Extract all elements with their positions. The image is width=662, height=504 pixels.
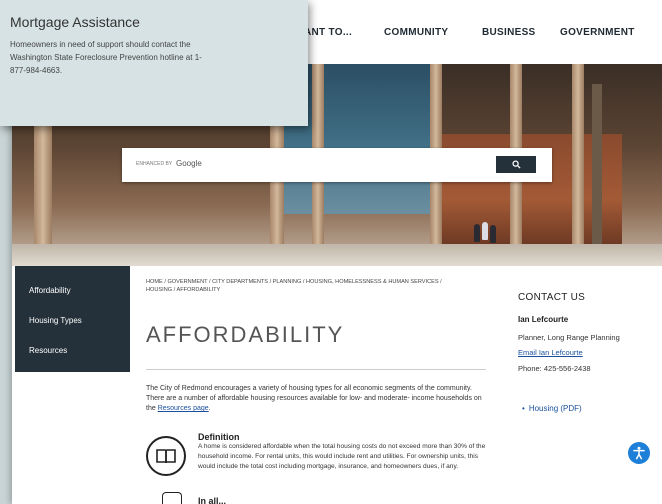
mortgage-assistance-card: Mortgage Assistance Homeowners in need o… [0,0,308,126]
nav-item-want-to[interactable]: ANT TO... [304,27,352,38]
tree-trunk [592,84,602,244]
next-section-title: In all... [198,496,227,504]
contact-role: Planner, Long Range Planning [518,333,620,342]
enhanced-by-label: ENHANCED BY [136,161,173,167]
related-document: • Housing (PDF) [522,404,582,413]
google-label: Google [176,159,202,168]
plaza-ground [12,244,662,266]
breadcrumb[interactable]: HOME / GOVERNMENT / CITY DEPARTMENTS / P… [146,278,446,294]
assist-card-text: Homeowners in need of support should con… [10,40,202,75]
sidebar-nav: Affordability Housing Types Resources [15,266,130,372]
sidebar-item-resources[interactable]: Resources [29,346,67,355]
page-title: AFFORDABILITY [146,322,345,347]
definition-title: Definition [198,432,240,442]
section-icon [162,492,182,504]
sidebar-item-housing-types[interactable]: Housing Types [29,316,82,325]
book-icon [146,436,186,476]
housing-pdf-link[interactable]: Housing (PDF) [529,404,582,413]
contact-phone: Phone: 425-556-2438 [518,364,591,373]
sidebar-item-affordability[interactable]: Affordability [29,286,71,295]
building-column [572,64,584,254]
contact-name: Ian Lefcourte [518,315,569,324]
resources-page-link[interactable]: Resources page [158,405,209,412]
person-figure [490,225,496,243]
person-figure [474,224,480,242]
search-icon [511,160,521,169]
bullet-icon: • [522,404,525,413]
nav-item-business[interactable]: BUSINESS [482,27,536,38]
intro-suffix: . [208,405,211,412]
definition-text: A home is considered affordable when the… [198,443,486,470]
intro-paragraph: The City of Redmond encourages a variety… [146,384,486,414]
accessibility-button[interactable] [628,442,650,464]
nav-item-government[interactable]: GOVERNMENT [560,27,635,38]
search-button[interactable] [496,156,536,173]
accessibility-icon [633,446,645,460]
assist-card-title: Mortgage Assistance [10,14,140,30]
nav-item-community[interactable]: COMMUNITY [384,27,448,38]
contact-email-link[interactable]: Email Ian Lefcourte [518,348,583,357]
title-divider [146,369,486,370]
person-figure [482,222,488,240]
site-search: ENHANCED BY Google [122,148,552,182]
contact-heading: CONTACT US [518,292,586,303]
